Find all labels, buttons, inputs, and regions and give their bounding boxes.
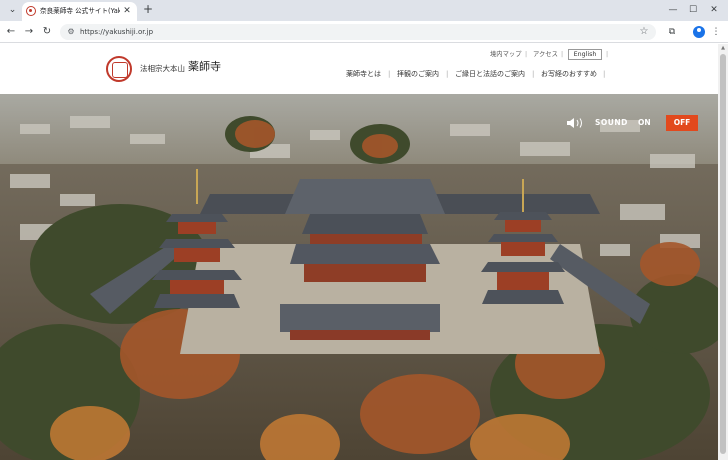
aerial-temple-illustration xyxy=(0,94,718,460)
sect-name[interactable]: 法相宗大本山 xyxy=(140,64,185,74)
temple-seal-logo[interactable] xyxy=(106,56,132,82)
reload-icon[interactable]: ↻ xyxy=(40,25,54,39)
chevron-down-icon[interactable]: ⌄ xyxy=(6,4,19,17)
nav-visiting-guide[interactable]: 拝観のご案内 xyxy=(397,69,439,79)
tune-icon[interactable]: ⚙ xyxy=(65,26,77,38)
sound-on-button[interactable]: ON xyxy=(638,118,651,128)
url-text[interactable]: https://yakushiji.or.jp xyxy=(80,27,153,37)
access-link[interactable]: アクセス xyxy=(533,50,558,59)
nav-sutra-copying[interactable]: お写経のおすすめ xyxy=(541,69,597,79)
nav-separator: | xyxy=(532,70,535,78)
scroll-thumb[interactable] xyxy=(720,54,726,454)
maximize-button[interactable]: ☐ xyxy=(685,3,701,17)
address-bar[interactable]: ⚙ https://yakushiji.or.jp ☆ xyxy=(60,24,656,40)
browser-tab-bar: ⌄ 奈良薬師寺 公式サイト(Yakushiji... ✕ + — ☐ ✕ xyxy=(0,0,728,21)
nav-separator: | xyxy=(603,70,606,78)
page-scrollbar[interactable]: ▲ xyxy=(718,44,728,460)
browser-tab-active[interactable]: 奈良薬師寺 公式サイト(Yakushiji... ✕ xyxy=(22,2,137,21)
utility-separator: | xyxy=(606,51,609,58)
hero-aerial-photo: SOUND ON OFF xyxy=(0,94,718,460)
star-icon[interactable]: ☆ xyxy=(638,26,650,38)
sound-label: SOUND xyxy=(595,118,628,127)
sound-off-button[interactable]: OFF xyxy=(666,115,698,131)
tab-title: 奈良薬師寺 公式サイト(Yakushiji... xyxy=(40,7,120,15)
nav-separator: | xyxy=(388,70,391,78)
kebab-menu-icon[interactable]: ⋮ xyxy=(709,25,723,39)
window-close-button[interactable]: ✕ xyxy=(706,3,722,17)
puzzle-icon[interactable]: ⧉ xyxy=(665,25,679,39)
plus-icon[interactable]: + xyxy=(141,3,155,17)
precinct-map-link[interactable]: 境内マップ xyxy=(490,50,521,59)
speaker-icon[interactable] xyxy=(566,117,588,129)
site-header: 法相宗大本山 薬師寺 境内マップ | アクセス | English | 薬師寺と… xyxy=(0,44,718,94)
nav-ennichi-sermon[interactable]: ご縁日と法話のご案内 xyxy=(455,69,525,79)
utility-separator: | xyxy=(561,51,564,58)
nav-separator: | xyxy=(446,70,449,78)
browser-toolbar: ← → ↻ ⚙ https://yakushiji.or.jp ☆ ⧉ ⋮ xyxy=(0,21,728,43)
back-arrow-icon[interactable]: ← xyxy=(4,25,18,39)
nav-about[interactable]: 薬師寺とは xyxy=(346,69,381,79)
temple-name[interactable]: 薬師寺 xyxy=(188,60,221,74)
minimize-button[interactable]: — xyxy=(665,3,681,17)
favicon-icon xyxy=(26,6,36,16)
close-icon[interactable]: ✕ xyxy=(121,5,133,17)
profile-icon[interactable] xyxy=(693,26,705,38)
forward-arrow-icon[interactable]: → xyxy=(22,25,36,39)
scroll-up-arrow-icon[interactable]: ▲ xyxy=(720,45,726,52)
utility-separator: | xyxy=(525,51,528,58)
english-button[interactable]: English xyxy=(568,49,602,60)
